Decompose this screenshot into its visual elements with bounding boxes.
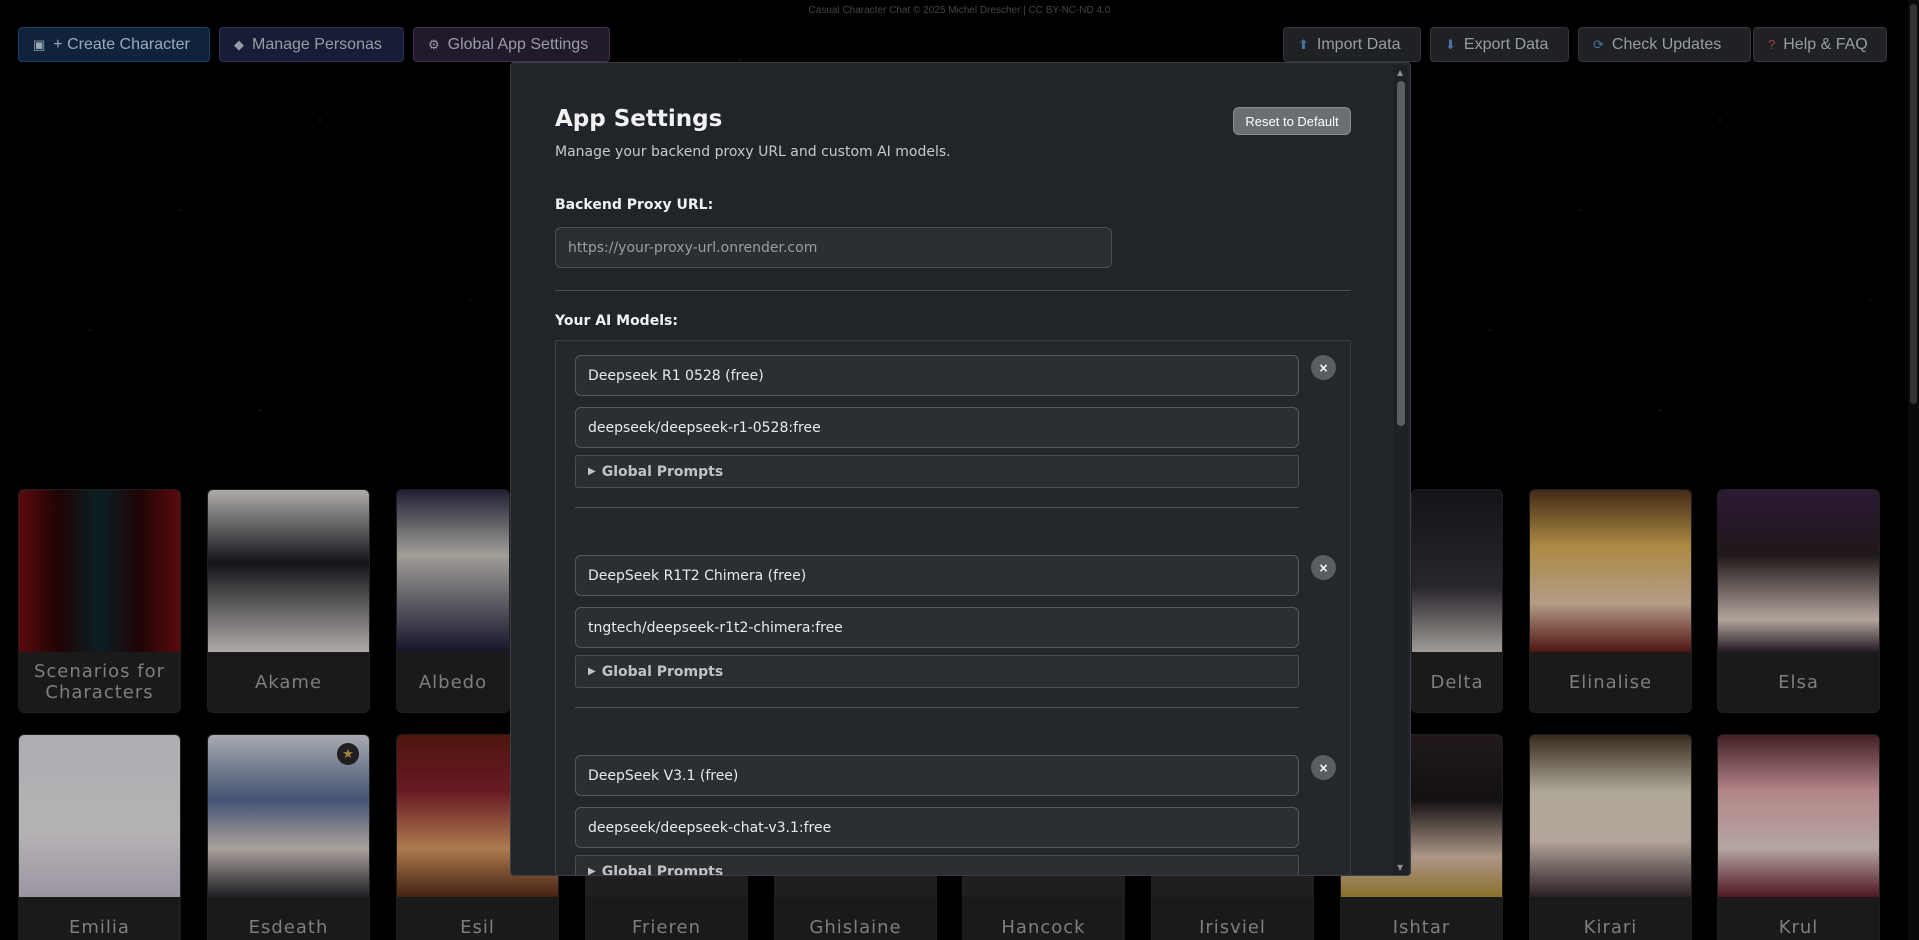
model-name-input[interactable]: DeepSeek V3.1 (free) bbox=[575, 755, 1299, 796]
modal-title: App Settings bbox=[555, 106, 723, 132]
model-id-input[interactable]: tngtech/deepseek-r1t2-chimera:free bbox=[575, 607, 1299, 648]
page-scrollbar-thumb[interactable] bbox=[1910, 4, 1917, 404]
global-prompts-toggle[interactable]: ▶ Global Prompts bbox=[575, 455, 1299, 488]
model-separator bbox=[575, 507, 1299, 508]
expand-triangle-icon: ▶ bbox=[588, 466, 596, 477]
reset-to-default-button[interactable]: Reset to Default bbox=[1233, 107, 1351, 135]
global-prompts-label: Global Prompts bbox=[601, 863, 724, 876]
modal-scrollbar[interactable]: ▲ ▼ bbox=[1394, 65, 1408, 875]
expand-triangle-icon: ▶ bbox=[588, 666, 596, 677]
global-prompts-label: Global Prompts bbox=[601, 463, 724, 480]
scroll-down-icon[interactable]: ▼ bbox=[1397, 863, 1403, 872]
proxy-url-input[interactable] bbox=[555, 227, 1112, 268]
modal-scrollbar-thumb[interactable] bbox=[1397, 81, 1405, 426]
expand-triangle-icon: ▶ bbox=[588, 866, 596, 876]
global-prompts-toggle[interactable]: ▶ Global Prompts bbox=[575, 855, 1299, 876]
remove-model-button[interactable]: × bbox=[1311, 555, 1336, 580]
proxy-url-label: Backend Proxy URL: bbox=[555, 197, 714, 213]
models-list: Deepseek R1 0528 (free) × deepseek/deeps… bbox=[555, 340, 1351, 876]
model-id-input[interactable]: deepseek/deepseek-chat-v3.1:free bbox=[575, 807, 1299, 848]
models-label: Your AI Models: bbox=[555, 313, 678, 329]
global-prompts-toggle[interactable]: ▶ Global Prompts bbox=[575, 655, 1299, 688]
app-settings-modal: App Settings Manage your backend proxy U… bbox=[510, 62, 1411, 876]
remove-model-button[interactable]: × bbox=[1311, 755, 1336, 780]
page-scrollbar[interactable] bbox=[1908, 0, 1919, 940]
global-prompts-label: Global Prompts bbox=[601, 663, 724, 680]
remove-model-button[interactable]: × bbox=[1311, 355, 1336, 380]
model-id-input[interactable]: deepseek/deepseek-r1-0528:free bbox=[575, 407, 1299, 448]
model-name-input[interactable]: Deepseek R1 0528 (free) bbox=[575, 355, 1299, 396]
model-name-input[interactable]: DeepSeek R1T2 Chimera (free) bbox=[575, 555, 1299, 596]
section-divider bbox=[555, 290, 1351, 291]
modal-subtitle: Manage your backend proxy URL and custom… bbox=[555, 144, 951, 160]
model-separator bbox=[575, 707, 1299, 708]
scroll-up-icon[interactable]: ▲ bbox=[1397, 68, 1403, 77]
